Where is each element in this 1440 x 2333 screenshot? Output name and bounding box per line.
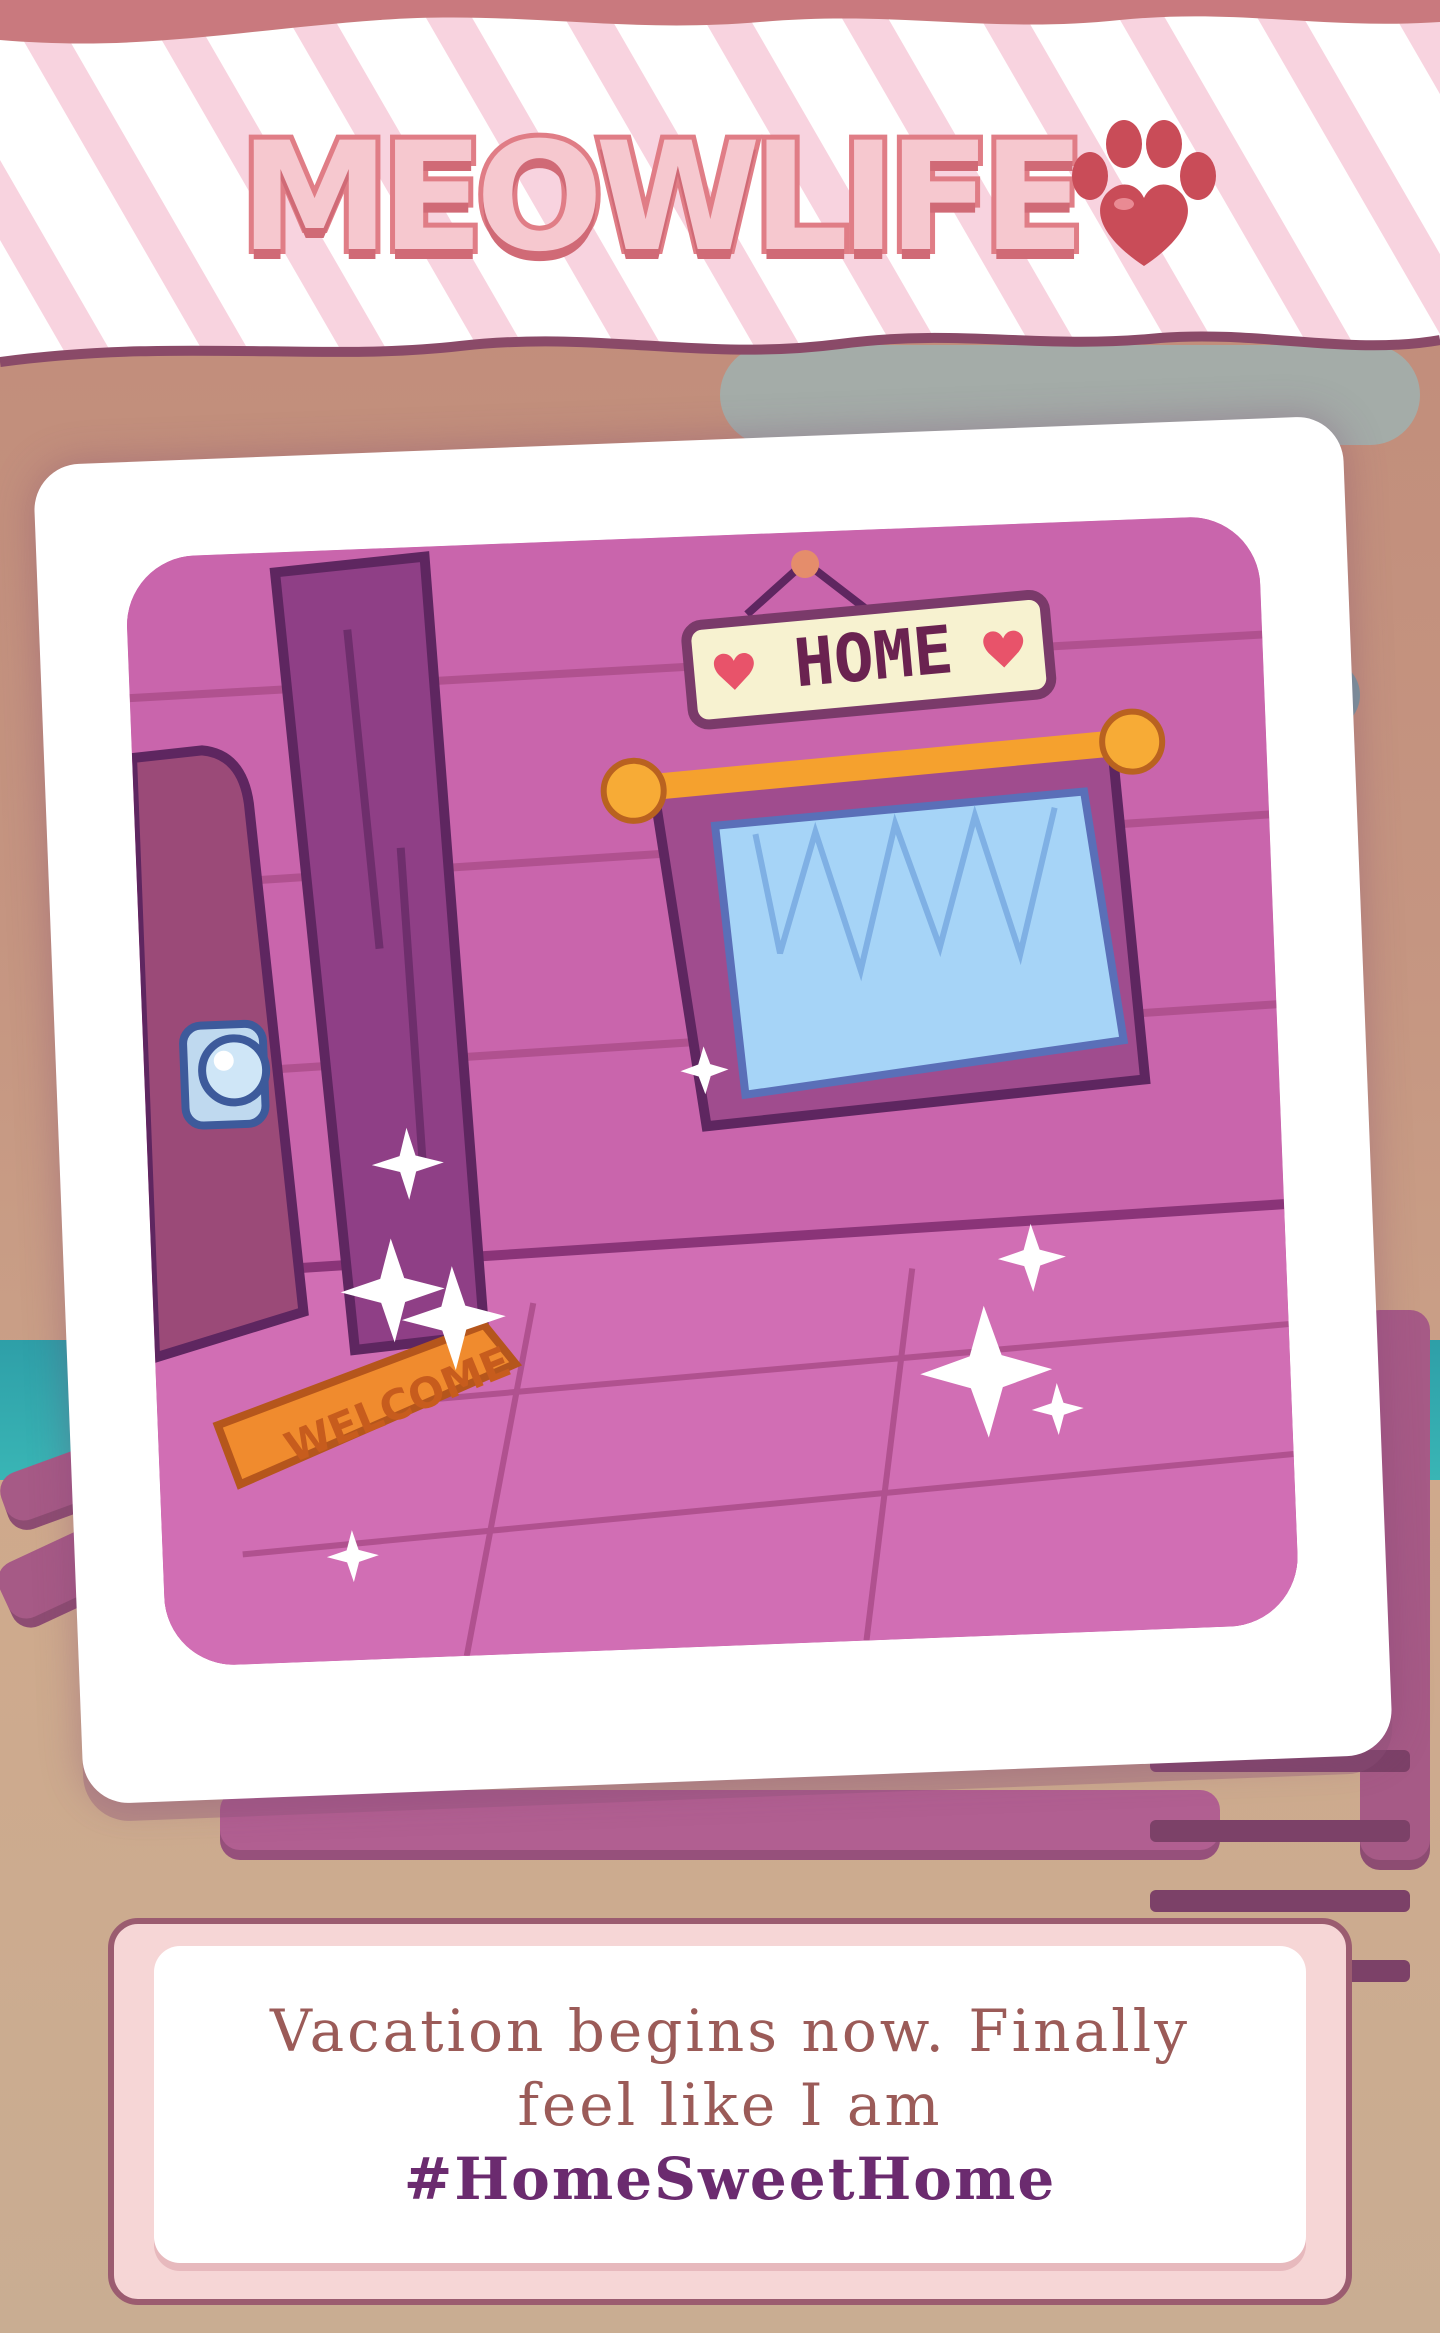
caption-line-2: feel like I am <box>517 2070 943 2139</box>
home-photo: WELCOME HOME <box>124 514 1301 1668</box>
home-illustration: WELCOME HOME <box>124 514 1301 1668</box>
caption-line-1: Vacation begins now. Finally <box>270 1996 1190 2065</box>
stair-step <box>1150 1820 1410 1842</box>
caption-inner: Vacation begins now. Finally feel like I… <box>154 1946 1306 2263</box>
game-logo: MEOWLIFE <box>235 111 1090 285</box>
stair-step <box>1150 1890 1410 1912</box>
home-sign-text: HOME <box>791 611 956 702</box>
caption-box[interactable]: Vacation begins now. Finally feel like I… <box>108 1918 1352 2305</box>
dock-beam <box>220 1790 1220 1860</box>
title-banner: MEOWLIFE <box>0 0 1440 380</box>
photo-card[interactable]: WELCOME HOME <box>32 415 1394 1805</box>
paw-heart-icon <box>1072 120 1216 266</box>
logo-text: MEOWLIFE <box>235 111 1090 285</box>
caption-hashtag: #HomeSweetHome <box>403 2144 1057 2213</box>
